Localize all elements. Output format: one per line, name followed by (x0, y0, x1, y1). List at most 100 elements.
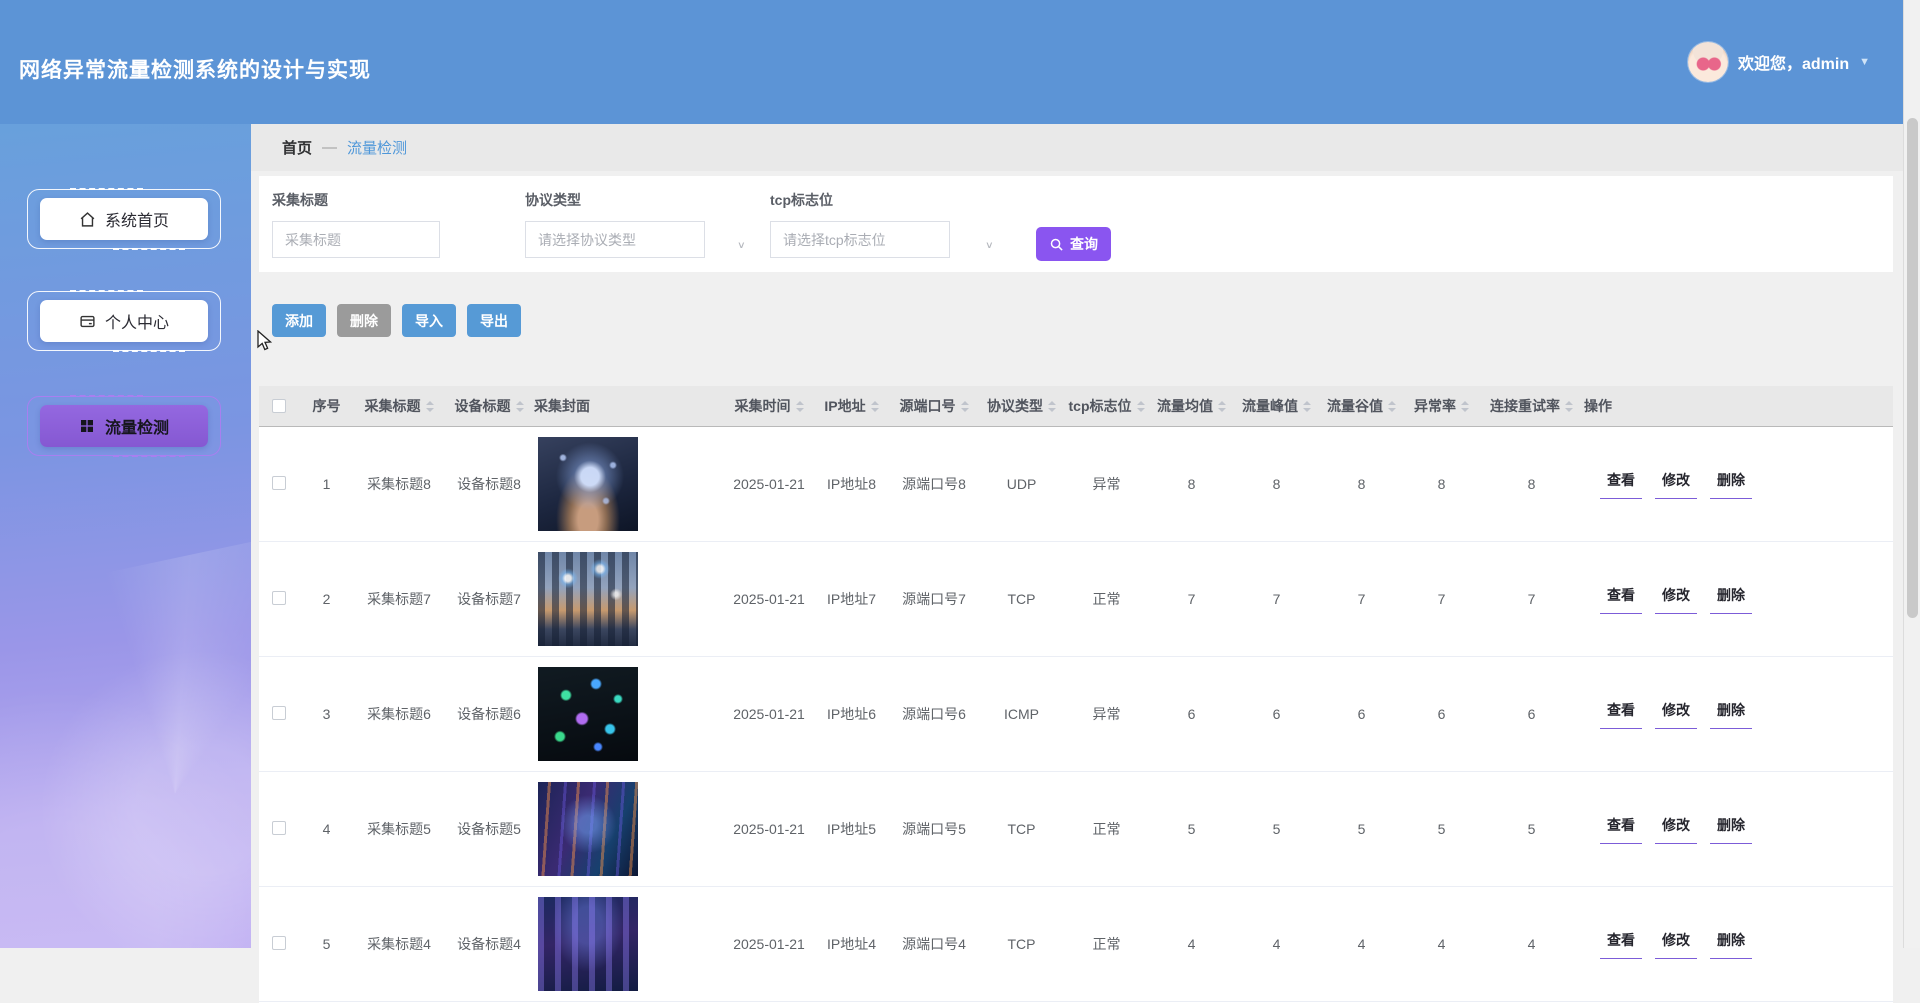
action-delete[interactable]: 删除 (1710, 470, 1752, 499)
sidebar-item-profile[interactable]: 个人中心 (27, 290, 221, 352)
row-checkbox[interactable] (272, 820, 286, 835)
sort-icon[interactable] (1136, 400, 1145, 412)
export-button[interactable]: 导出 (467, 304, 521, 337)
cell-port: 源端口号5 (902, 821, 966, 837)
vertical-scrollbar[interactable] (1903, 0, 1920, 948)
cell-valley: 8 (1357, 476, 1366, 492)
sort-icon[interactable] (1565, 400, 1573, 412)
cell-time: 2025-01-21 (733, 706, 805, 722)
column-label: 连接重试率 (1490, 398, 1560, 414)
table-body: 1 采集标题8 设备标题8 2025-01-21 IP地址8 源端口号8 UDP… (259, 427, 1893, 1002)
sort-icon[interactable] (960, 400, 969, 412)
sort-icon[interactable] (425, 400, 434, 412)
cell-valley: 7 (1357, 591, 1366, 607)
title-input[interactable] (272, 221, 440, 258)
home-icon (79, 211, 96, 228)
sort-icon[interactable] (515, 400, 524, 412)
chevron-down-icon[interactable]: ∨ (737, 239, 746, 250)
breadcrumb-home[interactable]: 首页 (282, 137, 312, 158)
row-checkbox[interactable] (272, 935, 286, 950)
column-label: 操作 (1584, 398, 1612, 414)
avatar (1687, 42, 1728, 82)
cell-device: 设备标题7 (457, 591, 521, 607)
sort-icon[interactable] (870, 400, 879, 412)
search-button[interactable]: 查询 (1036, 227, 1111, 261)
action-delete[interactable]: 删除 (1710, 815, 1752, 844)
action-delete[interactable]: 删除 (1710, 585, 1752, 614)
user-menu[interactable]: 欢迎您，admin ▼ (1687, 42, 1870, 82)
sort-icon[interactable] (1388, 400, 1396, 412)
cell-title: 采集标题6 (367, 706, 431, 722)
cell-avg: 5 (1187, 821, 1196, 837)
row-actions: 查看 修改 删除 (1584, 815, 1893, 844)
breadcrumb: 首页 — 流量检测 (251, 124, 1903, 171)
cell-anomaly: 7 (1437, 591, 1446, 607)
row-actions: 查看 修改 删除 (1584, 700, 1893, 729)
protocol-select[interactable] (525, 221, 705, 258)
action-delete[interactable]: 删除 (1710, 930, 1752, 959)
column-label: 异常率 (1414, 398, 1456, 414)
column-header[interactable]: 协议类型 (979, 396, 1064, 416)
action-edit[interactable]: 修改 (1655, 700, 1697, 729)
action-edit[interactable]: 修改 (1655, 815, 1697, 844)
sort-icon[interactable] (1048, 400, 1056, 412)
action-view[interactable]: 查看 (1600, 470, 1642, 499)
scrollbar-thumb[interactable] (1907, 118, 1918, 618)
column-header[interactable]: 流量峰值 (1234, 396, 1319, 416)
row-checkbox[interactable] (272, 475, 286, 490)
column-header[interactable]: 采集时间 (724, 396, 814, 416)
app-title: 网络异常流量检测系统的设计与实现 (19, 59, 371, 82)
column-header[interactable]: 连接重试率 (1479, 396, 1584, 416)
column-header[interactable]: 流量谷值 (1319, 396, 1404, 416)
field-label-title: 采集标题 (272, 192, 328, 208)
sort-icon[interactable] (1218, 400, 1226, 412)
action-edit[interactable]: 修改 (1655, 930, 1697, 959)
action-edit[interactable]: 修改 (1655, 470, 1697, 499)
column-label: 流量谷值 (1327, 398, 1383, 414)
cell-tcp-flag: 正常 (1092, 936, 1121, 952)
column-header[interactable]: 源端口号 (889, 396, 979, 416)
cell-device: 设备标题8 (457, 476, 521, 492)
sidebar-item-traffic-detection[interactable]: 流量检测 (27, 395, 221, 457)
import-button[interactable]: 导入 (402, 304, 456, 337)
action-delete[interactable]: 删除 (1710, 700, 1752, 729)
action-view[interactable]: 查看 (1600, 700, 1642, 729)
add-button[interactable]: 添加 (272, 304, 326, 337)
cell-port: 源端口号8 (902, 476, 966, 492)
delete-button[interactable]: 删除 (337, 304, 391, 337)
action-view[interactable]: 查看 (1600, 585, 1642, 614)
cell-anomaly: 4 (1437, 936, 1446, 952)
column-header: 序号 (299, 396, 354, 416)
search-form: 采集标题 协议类型 ∨ tcp标志位 ∨ 查询 (259, 176, 1893, 272)
cell-valley: 6 (1357, 706, 1366, 722)
cell-peak: 8 (1272, 476, 1281, 492)
sort-icon[interactable] (1461, 400, 1469, 412)
sidebar-item-label: 流量检测 (104, 420, 169, 437)
row-checkbox[interactable] (272, 705, 286, 720)
cell-retry: 4 (1527, 936, 1536, 952)
breadcrumb-current[interactable]: 流量检测 (347, 137, 407, 158)
chevron-down-icon[interactable]: ∨ (985, 239, 994, 250)
cover-image (538, 897, 638, 991)
cell-anomaly: 6 (1437, 706, 1446, 722)
column-header: 操作 (1584, 396, 1893, 416)
column-header[interactable]: 流量均值 (1149, 396, 1234, 416)
column-header[interactable]: IP地址 (814, 396, 889, 416)
cell-retry: 5 (1527, 821, 1536, 837)
chevron-down-icon: ▼ (1859, 56, 1870, 68)
column-header[interactable]: 设备标题 (444, 396, 534, 416)
row-checkbox[interactable] (272, 590, 286, 605)
action-view[interactable]: 查看 (1600, 930, 1642, 959)
column-header[interactable]: 采集标题 (354, 396, 444, 416)
row-actions: 查看 修改 删除 (1584, 470, 1893, 499)
column-header[interactable]: tcp标志位 (1064, 396, 1149, 416)
sort-icon[interactable] (1303, 400, 1311, 412)
tcpflag-select[interactable] (770, 221, 950, 258)
sort-icon[interactable] (795, 400, 804, 412)
column-label: 流量均值 (1157, 398, 1213, 414)
select-all-checkbox[interactable] (272, 399, 286, 413)
action-edit[interactable]: 修改 (1655, 585, 1697, 614)
sidebar-item-home[interactable]: 系统首页 (27, 188, 221, 250)
action-view[interactable]: 查看 (1600, 815, 1642, 844)
column-header[interactable]: 异常率 (1404, 396, 1479, 416)
